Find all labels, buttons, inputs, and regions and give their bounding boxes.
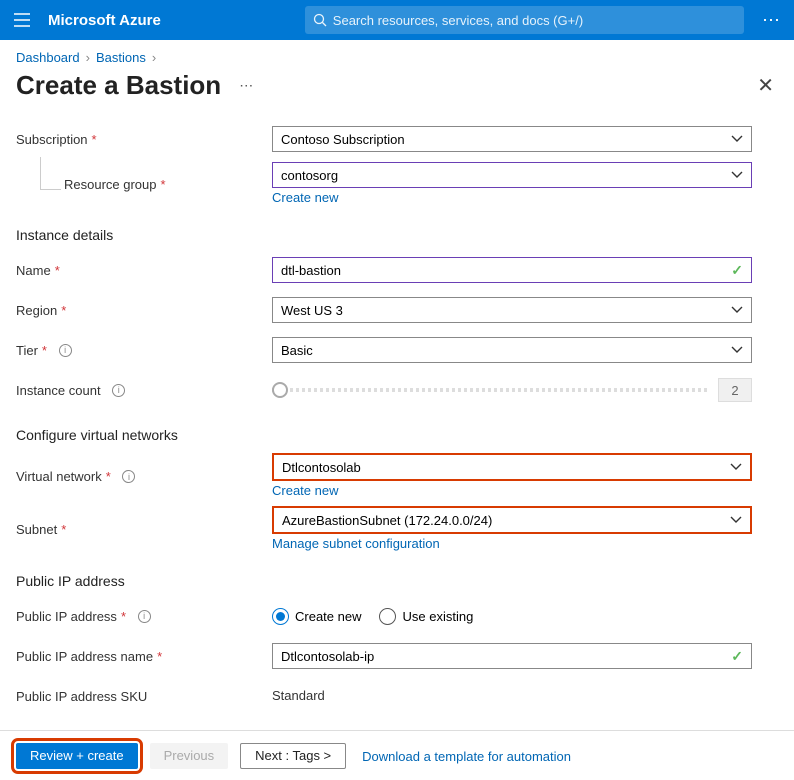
chevron-right-icon: › bbox=[86, 50, 90, 65]
previous-button: Previous bbox=[150, 743, 229, 769]
create-new-vnet-link[interactable]: Create new bbox=[272, 483, 338, 498]
name-label: Name* bbox=[16, 263, 272, 278]
subnet-label: Subnet* bbox=[16, 522, 272, 537]
chevron-down-icon bbox=[730, 461, 742, 473]
info-icon[interactable]: i bbox=[122, 470, 135, 483]
subnet-select[interactable]: AzureBastionSubnet (172.24.0.0/24) bbox=[272, 506, 752, 534]
instance-count-slider[interactable] bbox=[272, 388, 710, 392]
breadcrumb-dashboard[interactable]: Dashboard bbox=[16, 50, 80, 65]
form-body: Subscription* Contoso Subscription Resou… bbox=[0, 114, 794, 764]
info-icon[interactable]: i bbox=[138, 610, 151, 623]
instance-count-label: Instance count i bbox=[16, 383, 272, 398]
create-new-rg-link[interactable]: Create new bbox=[272, 190, 338, 205]
section-public-ip: Public IP address bbox=[16, 573, 778, 589]
section-vnet: Configure virtual networks bbox=[16, 427, 778, 443]
public-ip-name-label: Public IP address name* bbox=[16, 649, 272, 664]
public-ip-create-new-radio[interactable]: Create new bbox=[272, 608, 361, 625]
next-tags-button[interactable]: Next : Tags > bbox=[240, 743, 346, 769]
chevron-down-icon bbox=[731, 304, 743, 316]
resource-group-label: Resource group* bbox=[16, 177, 272, 192]
brand-label: Microsoft Azure bbox=[48, 12, 161, 29]
info-icon[interactable]: i bbox=[59, 344, 72, 357]
top-bar: Microsoft Azure Search resources, servic… bbox=[0, 0, 794, 40]
search-placeholder: Search resources, services, and docs (G+… bbox=[333, 13, 583, 28]
tier-label: Tier* i bbox=[16, 343, 272, 358]
public-ip-label: Public IP address* i bbox=[16, 609, 272, 624]
resource-group-select[interactable]: contosorg bbox=[272, 162, 752, 188]
vnet-label: Virtual network* i bbox=[16, 469, 272, 484]
region-label: Region* bbox=[16, 303, 272, 318]
region-select[interactable]: West US 3 bbox=[272, 297, 752, 323]
chevron-down-icon bbox=[731, 133, 743, 145]
review-create-button[interactable]: Review + create bbox=[16, 743, 138, 769]
tier-select[interactable]: Basic bbox=[272, 337, 752, 363]
page-title: Create a Bastion bbox=[16, 70, 221, 101]
subscription-select[interactable]: Contoso Subscription bbox=[272, 126, 752, 152]
subscription-label: Subscription* bbox=[16, 132, 272, 147]
info-icon[interactable]: i bbox=[112, 384, 125, 397]
chevron-down-icon bbox=[730, 514, 742, 526]
name-input[interactable]: dtl-bastion bbox=[272, 257, 752, 283]
title-row: Create a Bastion ⋯ ✕ bbox=[0, 69, 794, 114]
section-instance-details: Instance details bbox=[16, 227, 778, 243]
menu-icon[interactable] bbox=[8, 6, 36, 34]
breadcrumb-bastions[interactable]: Bastions bbox=[96, 50, 146, 65]
close-icon[interactable]: ✕ bbox=[753, 69, 778, 102]
public-ip-name-input[interactable]: Dtlcontosolab-ip bbox=[272, 643, 752, 669]
vnet-select[interactable]: Dtlcontosolab bbox=[272, 453, 752, 481]
breadcrumb: Dashboard › Bastions › bbox=[0, 40, 794, 69]
public-ip-sku-value: Standard bbox=[272, 688, 325, 703]
chevron-down-icon bbox=[731, 344, 743, 356]
search-input[interactable]: Search resources, services, and docs (G+… bbox=[305, 6, 744, 34]
public-ip-use-existing-radio[interactable]: Use existing bbox=[379, 608, 473, 625]
more-actions-icon[interactable]: ⋯ bbox=[239, 77, 253, 94]
chevron-down-icon bbox=[731, 169, 743, 181]
download-template-link[interactable]: Download a template for automation bbox=[362, 749, 571, 764]
instance-count-value: 2 bbox=[718, 378, 752, 402]
manage-subnet-link[interactable]: Manage subnet configuration bbox=[272, 536, 440, 551]
more-icon[interactable]: ⋯ bbox=[756, 10, 786, 31]
chevron-right-icon: › bbox=[152, 50, 156, 65]
footer: Review + create Previous Next : Tags > D… bbox=[0, 730, 794, 780]
public-ip-sku-label: Public IP address SKU bbox=[16, 689, 272, 704]
